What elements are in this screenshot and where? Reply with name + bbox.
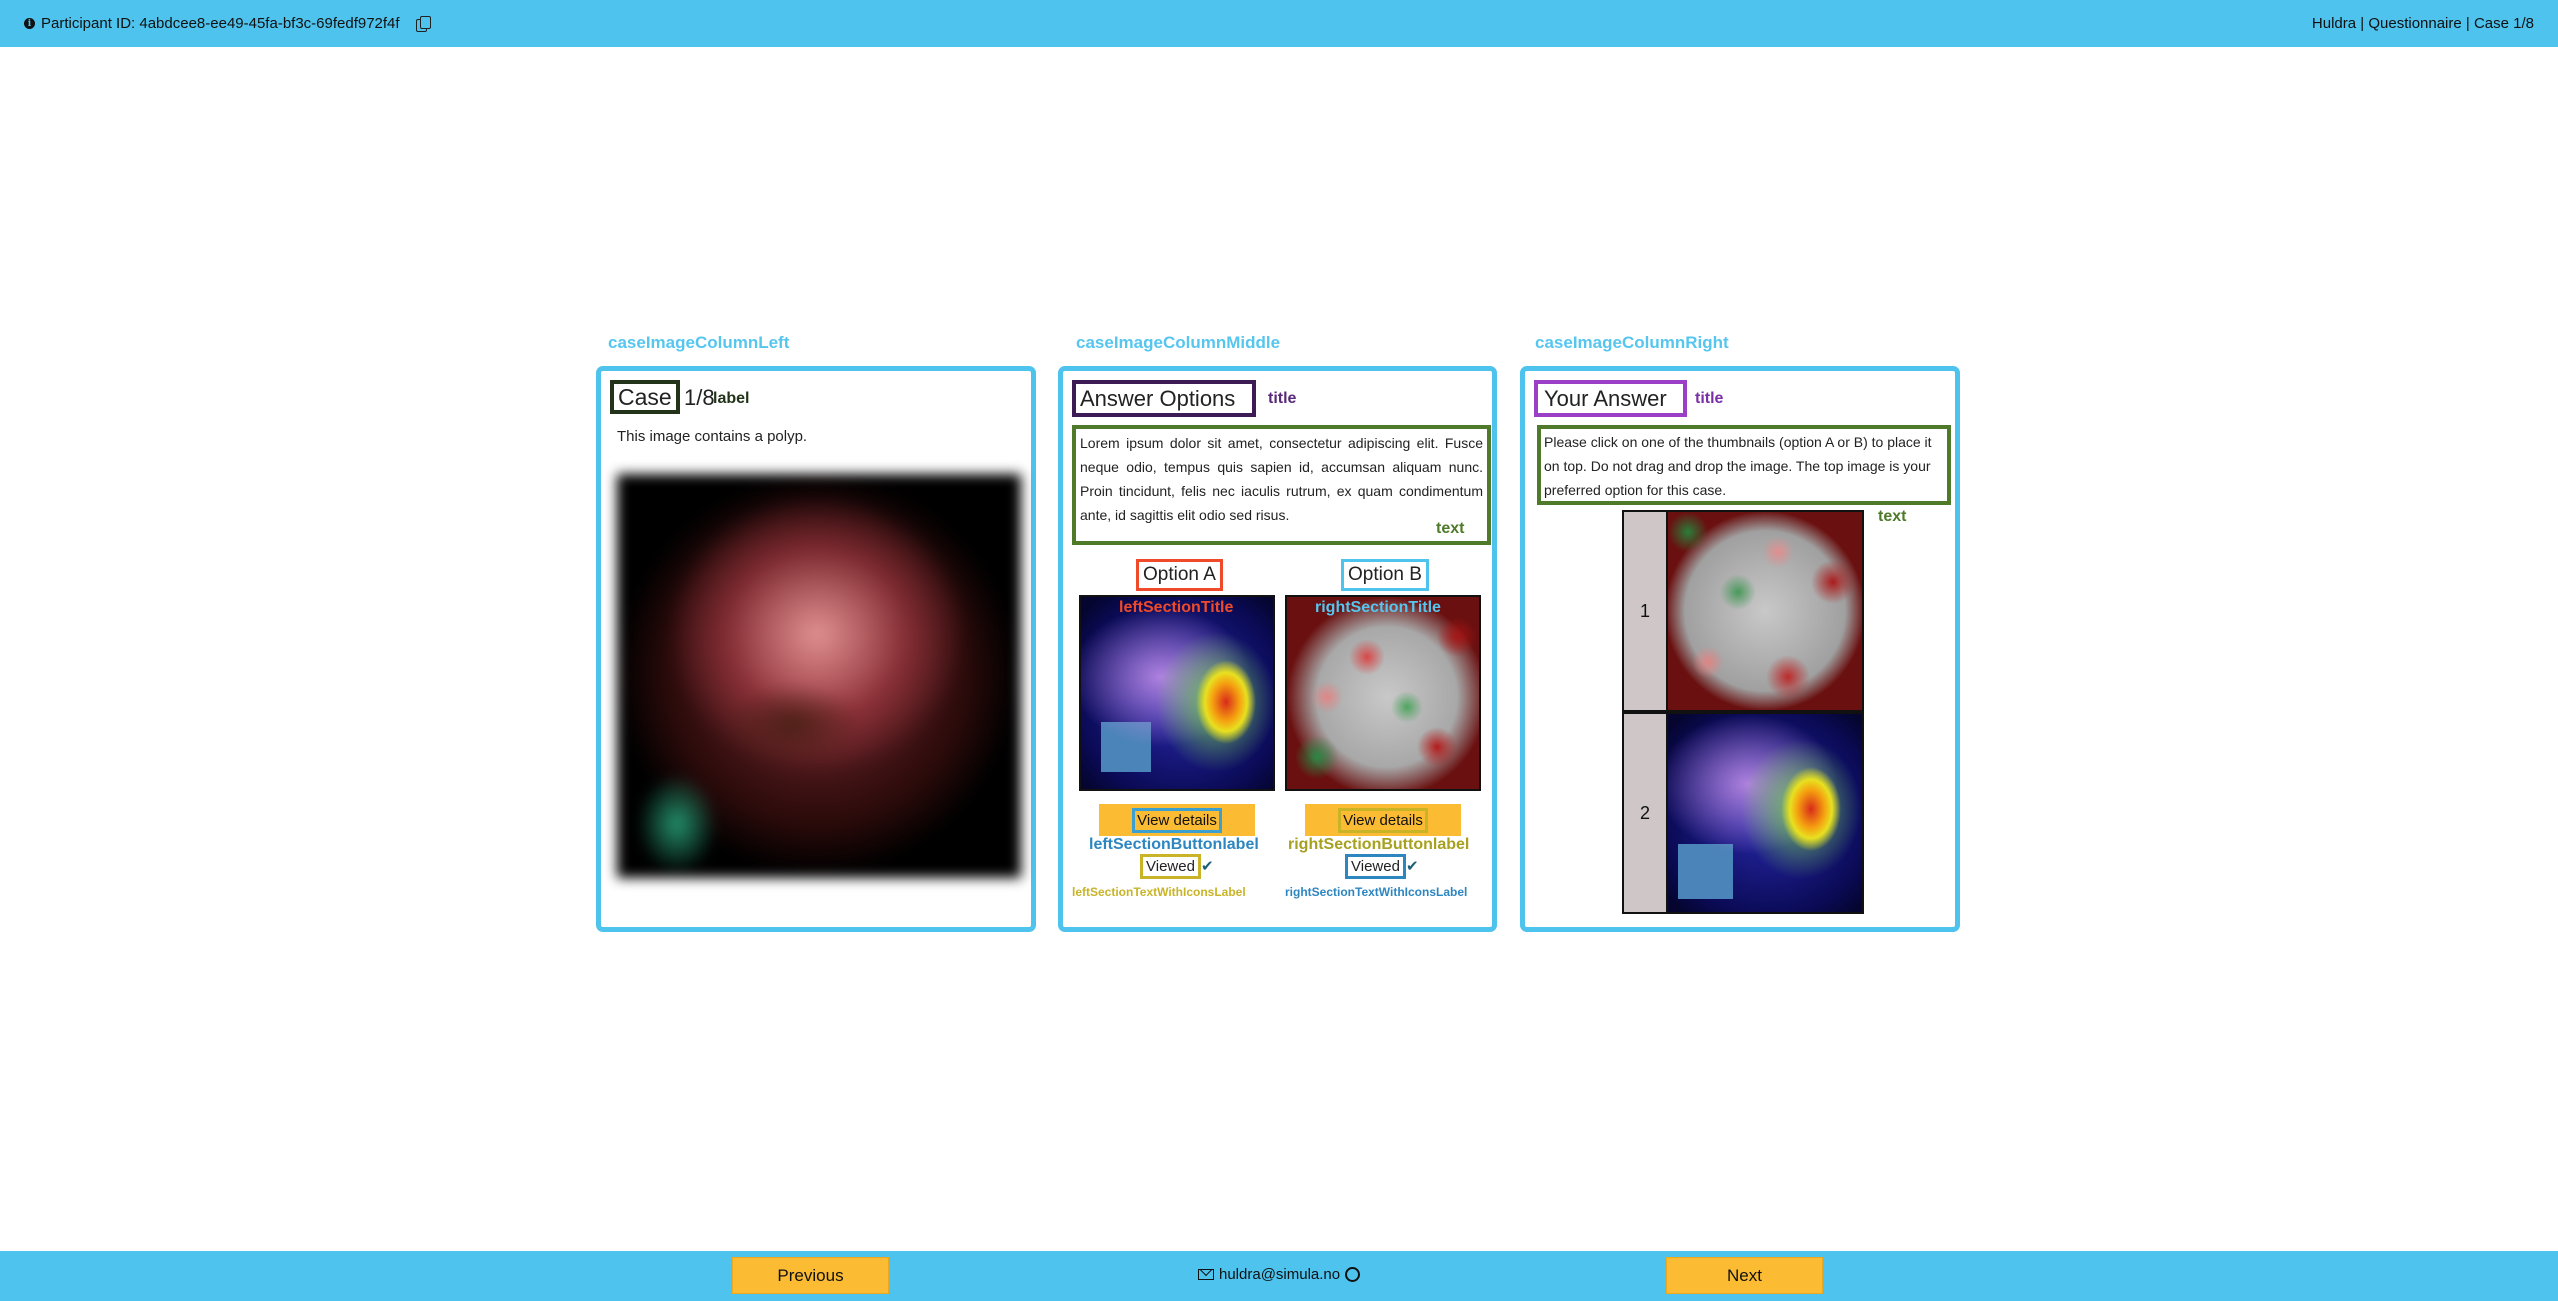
title-annotation: title <box>1695 390 1724 407</box>
your-answer-text: Please click on one of the thumbnails (o… <box>1537 425 1951 505</box>
case-title: Case <box>610 380 680 414</box>
check-icon: ✔ <box>1201 858 1214 875</box>
column-label-middle: caseImageColumnMiddle <box>1076 333 1281 352</box>
answer-options-text: Lorem ipsum dolor sit amet, consectetur … <box>1072 425 1491 545</box>
title-annotation: title <box>1268 390 1297 407</box>
option-b-view-details-label: View details <box>1338 807 1428 833</box>
case-count: 1/8 <box>684 385 715 410</box>
option-b-view-details-button[interactable]: View details <box>1305 804 1461 836</box>
case-image-column-right: Your Answer title Please click on one of… <box>1520 366 1960 932</box>
case-image <box>617 474 1021 878</box>
your-answer-title: Your Answer <box>1534 380 1687 417</box>
option-b-label: Option B <box>1341 559 1429 591</box>
text-annotation: text <box>1436 520 1465 537</box>
option-b-thumbnail[interactable] <box>1285 595 1481 791</box>
github-icon[interactable] <box>1345 1267 1361 1282</box>
rank-2-thumbnail <box>1668 714 1862 912</box>
rank-number: 1 <box>1624 512 1666 710</box>
info-icon: i <box>24 18 35 29</box>
case-image-column-left: Case 1/8 label This image contains a pol… <box>596 366 1036 932</box>
option-b-viewed-status: Viewed <box>1345 854 1406 879</box>
option-a-thumbnail[interactable] <box>1079 595 1275 791</box>
footer-email[interactable]: huldra@simula.no <box>1219 1266 1340 1283</box>
left-section-title: leftSectionTitle <box>1119 599 1234 616</box>
rank-number: 2 <box>1624 714 1666 912</box>
text-annotation: text <box>1878 508 1907 525</box>
case-description: This image contains a polyp. <box>617 428 808 445</box>
rank-item-2[interactable]: 2 <box>1624 714 1862 912</box>
case-image-column-middle: Answer Options title Lorem ipsum dolor s… <box>1058 366 1497 932</box>
option-a-view-details-label: View details <box>1132 807 1222 833</box>
right-section-text-with-icons-annotation: rightSectionTextWithIconsLabel <box>1285 885 1468 899</box>
right-section-title: rightSectionTitle <box>1315 599 1441 616</box>
footer-contact: huldra@simula.no <box>1198 1266 1361 1283</box>
top-bar: i Participant ID: 4abdcee8-ee49-45fa-bf3… <box>0 0 2558 47</box>
check-icon: ✔ <box>1406 858 1419 875</box>
previous-button[interactable]: Previous <box>732 1257 889 1294</box>
ranked-list: 1 2 <box>1622 510 1864 914</box>
case-label-annotation: label <box>713 390 750 407</box>
rank-item-1[interactable]: 1 <box>1624 512 1862 710</box>
participant-id: Participant ID: 4abdcee8-ee49-45fa-bf3c-… <box>41 15 400 32</box>
left-section-text-with-icons-annotation: leftSectionTextWithIconsLabel <box>1072 885 1246 899</box>
mail-icon[interactable] <box>1198 1269 1214 1280</box>
option-a-viewed-status: Viewed <box>1140 854 1201 879</box>
next-button[interactable]: Next <box>1666 1257 1823 1294</box>
bottom-bar: Previous huldra@simula.no Next <box>0 1251 2558 1301</box>
breadcrumb: Huldra | Questionnaire | Case 1/8 <box>2311 15 2534 32</box>
copy-icon[interactable] <box>415 15 431 32</box>
column-label-left: caseImageColumnLeft <box>608 333 790 352</box>
right-section-button-annotation: rightSectionButtonlabel <box>1288 836 1470 853</box>
participant-info: i Participant ID: 4abdcee8-ee49-45fa-bf3… <box>24 15 431 32</box>
answer-options-title: Answer Options <box>1072 380 1256 417</box>
column-label-right: caseImageColumnRight <box>1535 333 1729 352</box>
option-a-label: Option A <box>1136 559 1223 591</box>
option-a-view-details-button[interactable]: View details <box>1099 804 1255 836</box>
rank-1-thumbnail <box>1668 512 1862 710</box>
left-section-button-annotation: leftSectionButtonlabel <box>1089 836 1259 853</box>
